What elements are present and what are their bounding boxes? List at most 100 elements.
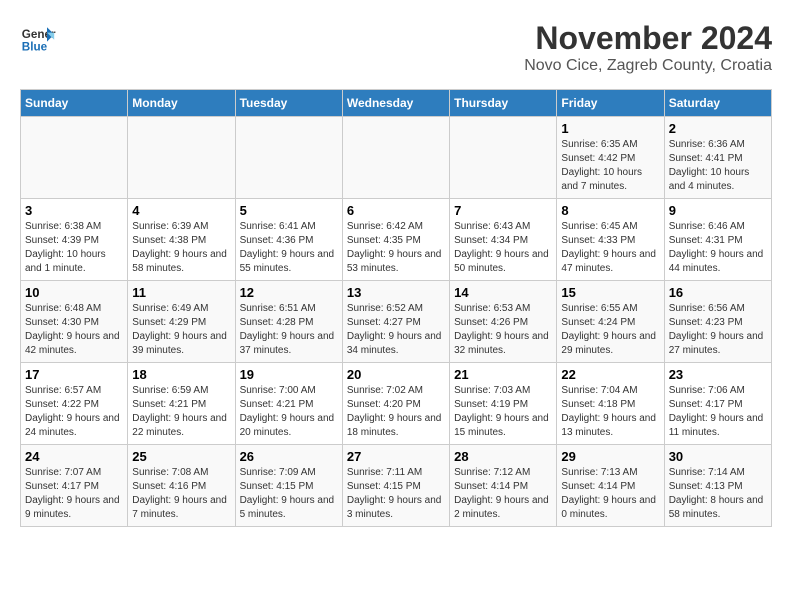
- calendar-day-cell: 13Sunrise: 6:52 AM Sunset: 4:27 PM Dayli…: [342, 281, 449, 363]
- day-of-week-header: Tuesday: [235, 90, 342, 117]
- calendar-week-row: 1 Sunrise: 6:35 AM Sunset: 4:42 PM Daylig…: [21, 117, 772, 199]
- calendar-day-cell: 22 Sunrise: 7:04 AM Sunset: 4:18 PM Dayli…: [557, 363, 664, 445]
- day-number: 24: [25, 449, 123, 464]
- day-info: Sunrise: 7:00 AM Sunset: 4:21 PM Dayligh…: [240, 384, 338, 440]
- day-info: Sunrise: 6:42 AM Sunset: 4:35 PM Dayligh…: [347, 220, 445, 276]
- calendar-day-cell: 10 Sunrise: 6:48 AM Sunset: 4:30 PM Dayli…: [21, 281, 128, 363]
- day-info: Sunrise: 6:41 AM Sunset: 4:36 PM Dayligh…: [240, 220, 338, 276]
- day-info: Sunrise: 6:55 AM Sunset: 4:24 PM Dayligh…: [561, 302, 659, 358]
- calendar-table: SundayMondayTuesdayWednesdayThursdayFrid…: [20, 89, 772, 527]
- day-info: Sunrise: 6:43 AM Sunset: 4:34 PM Dayligh…: [454, 220, 552, 276]
- day-info: Sunrise: 6:36 AM Sunset: 4:41 PM Dayligh…: [669, 138, 767, 194]
- title-section: November 2024 Novo Cice, Zagreb County, …: [524, 20, 772, 75]
- calendar-day-cell: 24 Sunrise: 7:07 AM Sunset: 4:17 PM Dayli…: [21, 445, 128, 527]
- calendar-day-cell: 2Sunrise: 6:36 AM Sunset: 4:41 PM Daylig…: [664, 117, 771, 199]
- logo: General Blue: [20, 20, 62, 56]
- calendar-day-cell: 1 Sunrise: 6:35 AM Sunset: 4:42 PM Daylig…: [557, 117, 664, 199]
- calendar-day-cell: 17 Sunrise: 6:57 AM Sunset: 4:22 PM Dayli…: [21, 363, 128, 445]
- calendar-day-cell: 28Sunrise: 7:12 AM Sunset: 4:14 PM Dayli…: [450, 445, 557, 527]
- day-info: Sunrise: 6:48 AM Sunset: 4:30 PM Dayligh…: [25, 302, 123, 358]
- location-title: Novo Cice, Zagreb County, Croatia: [524, 57, 772, 75]
- day-info: Sunrise: 7:09 AM Sunset: 4:15 PM Dayligh…: [240, 466, 338, 522]
- day-number: 15: [561, 285, 659, 300]
- day-info: Sunrise: 7:07 AM Sunset: 4:17 PM Dayligh…: [25, 466, 123, 522]
- day-info: Sunrise: 6:39 AM Sunset: 4:38 PM Dayligh…: [132, 220, 230, 276]
- calendar-day-cell: 9Sunrise: 6:46 AM Sunset: 4:31 PM Daylig…: [664, 199, 771, 281]
- day-number: 11: [132, 285, 230, 300]
- day-number: 30: [669, 449, 767, 464]
- calendar-day-cell: 18Sunrise: 6:59 AM Sunset: 4:21 PM Dayli…: [128, 363, 235, 445]
- day-of-week-header: Monday: [128, 90, 235, 117]
- calendar-day-cell: [21, 117, 128, 199]
- day-info: Sunrise: 7:04 AM Sunset: 4:18 PM Dayligh…: [561, 384, 659, 440]
- calendar-day-cell: 16Sunrise: 6:56 AM Sunset: 4:23 PM Dayli…: [664, 281, 771, 363]
- calendar-day-cell: 12 Sunrise: 6:51 AM Sunset: 4:28 PM Dayli…: [235, 281, 342, 363]
- calendar-day-cell: [450, 117, 557, 199]
- calendar-day-cell: 14Sunrise: 6:53 AM Sunset: 4:26 PM Dayli…: [450, 281, 557, 363]
- day-info: Sunrise: 6:35 AM Sunset: 4:42 PM Dayligh…: [561, 138, 659, 194]
- day-of-week-header: Wednesday: [342, 90, 449, 117]
- calendar-week-row: 17 Sunrise: 6:57 AM Sunset: 4:22 PM Dayli…: [21, 363, 772, 445]
- day-number: 18: [132, 367, 230, 382]
- day-info: Sunrise: 6:51 AM Sunset: 4:28 PM Dayligh…: [240, 302, 338, 358]
- day-info: Sunrise: 7:11 AM Sunset: 4:15 PM Dayligh…: [347, 466, 445, 522]
- day-info: Sunrise: 7:02 AM Sunset: 4:20 PM Dayligh…: [347, 384, 445, 440]
- day-number: 17: [25, 367, 123, 382]
- day-number: 1: [561, 121, 659, 136]
- day-info: Sunrise: 6:46 AM Sunset: 4:31 PM Dayligh…: [669, 220, 767, 276]
- day-number: 29: [561, 449, 659, 464]
- day-info: Sunrise: 7:06 AM Sunset: 4:17 PM Dayligh…: [669, 384, 767, 440]
- calendar-day-cell: 30 Sunrise: 7:14 AM Sunset: 4:13 PM Dayli…: [664, 445, 771, 527]
- calendar-week-row: 3Sunrise: 6:38 AM Sunset: 4:39 PM Daylig…: [21, 199, 772, 281]
- calendar-header-row: SundayMondayTuesdayWednesdayThursdayFrid…: [21, 90, 772, 117]
- calendar-day-cell: [235, 117, 342, 199]
- calendar-day-cell: [128, 117, 235, 199]
- day-number: 19: [240, 367, 338, 382]
- day-of-week-header: Thursday: [450, 90, 557, 117]
- calendar-day-cell: 23 Sunrise: 7:06 AM Sunset: 4:17 PM Dayli…: [664, 363, 771, 445]
- day-number: 8: [561, 203, 659, 218]
- day-info: Sunrise: 7:08 AM Sunset: 4:16 PM Dayligh…: [132, 466, 230, 522]
- calendar-day-cell: 27Sunrise: 7:11 AM Sunset: 4:15 PM Dayli…: [342, 445, 449, 527]
- calendar-day-cell: 6 Sunrise: 6:42 AM Sunset: 4:35 PM Daylig…: [342, 199, 449, 281]
- month-title: November 2024: [524, 20, 772, 57]
- day-number: 22: [561, 367, 659, 382]
- day-number: 26: [240, 449, 338, 464]
- calendar-day-cell: 8 Sunrise: 6:45 AM Sunset: 4:33 PM Daylig…: [557, 199, 664, 281]
- day-info: Sunrise: 6:57 AM Sunset: 4:22 PM Dayligh…: [25, 384, 123, 440]
- calendar-day-cell: 4 Sunrise: 6:39 AM Sunset: 4:38 PM Daylig…: [128, 199, 235, 281]
- svg-text:Blue: Blue: [22, 41, 48, 54]
- day-info: Sunrise: 6:45 AM Sunset: 4:33 PM Dayligh…: [561, 220, 659, 276]
- day-info: Sunrise: 6:53 AM Sunset: 4:26 PM Dayligh…: [454, 302, 552, 358]
- day-number: 21: [454, 367, 552, 382]
- day-number: 4: [132, 203, 230, 218]
- day-number: 16: [669, 285, 767, 300]
- calendar-day-cell: 7 Sunrise: 6:43 AM Sunset: 4:34 PM Daylig…: [450, 199, 557, 281]
- calendar-day-cell: 26 Sunrise: 7:09 AM Sunset: 4:15 PM Dayli…: [235, 445, 342, 527]
- day-number: 10: [25, 285, 123, 300]
- day-info: Sunrise: 7:03 AM Sunset: 4:19 PM Dayligh…: [454, 384, 552, 440]
- day-info: Sunrise: 6:49 AM Sunset: 4:29 PM Dayligh…: [132, 302, 230, 358]
- day-info: Sunrise: 6:52 AM Sunset: 4:27 PM Dayligh…: [347, 302, 445, 358]
- calendar-day-cell: 5 Sunrise: 6:41 AM Sunset: 4:36 PM Daylig…: [235, 199, 342, 281]
- calendar-day-cell: 3Sunrise: 6:38 AM Sunset: 4:39 PM Daylig…: [21, 199, 128, 281]
- calendar-week-row: 24 Sunrise: 7:07 AM Sunset: 4:17 PM Dayli…: [21, 445, 772, 527]
- day-of-week-header: Sunday: [21, 90, 128, 117]
- calendar-day-cell: 29 Sunrise: 7:13 AM Sunset: 4:14 PM Dayli…: [557, 445, 664, 527]
- day-number: 3: [25, 203, 123, 218]
- day-of-week-header: Saturday: [664, 90, 771, 117]
- calendar-week-row: 10 Sunrise: 6:48 AM Sunset: 4:30 PM Dayli…: [21, 281, 772, 363]
- calendar-day-cell: 15 Sunrise: 6:55 AM Sunset: 4:24 PM Dayli…: [557, 281, 664, 363]
- day-number: 7: [454, 203, 552, 218]
- day-of-week-header: Friday: [557, 90, 664, 117]
- calendar-day-cell: 21 Sunrise: 7:03 AM Sunset: 4:19 PM Dayli…: [450, 363, 557, 445]
- day-number: 5: [240, 203, 338, 218]
- general-blue-icon: General Blue: [20, 20, 56, 56]
- day-info: Sunrise: 7:13 AM Sunset: 4:14 PM Dayligh…: [561, 466, 659, 522]
- day-number: 12: [240, 285, 338, 300]
- day-number: 6: [347, 203, 445, 218]
- calendar-day-cell: [342, 117, 449, 199]
- calendar-day-cell: 11 Sunrise: 6:49 AM Sunset: 4:29 PM Dayli…: [128, 281, 235, 363]
- day-info: Sunrise: 7:14 AM Sunset: 4:13 PM Dayligh…: [669, 466, 767, 522]
- day-number: 23: [669, 367, 767, 382]
